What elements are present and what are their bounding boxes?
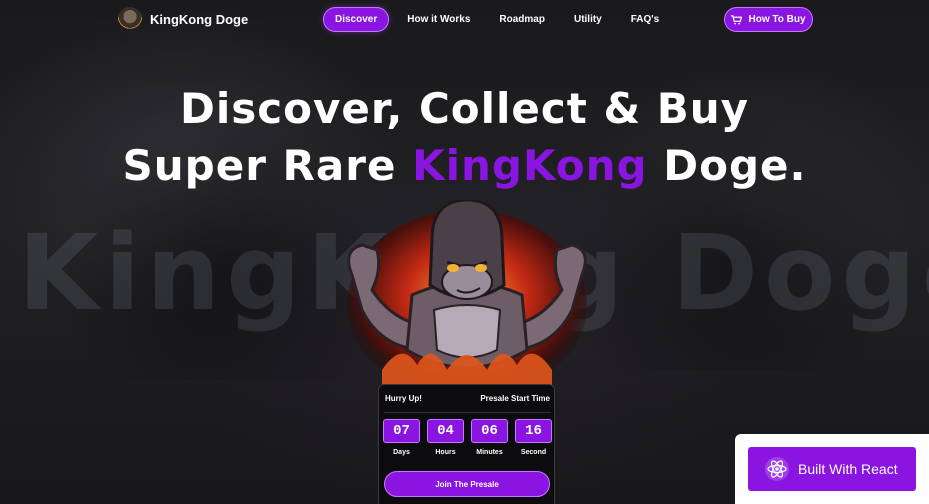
built-with-react-badge-container: Built With React (735, 434, 929, 504)
countdown-value: 16 (515, 419, 552, 443)
countdown-label: Days (393, 449, 410, 456)
countdown-label: Minutes (476, 449, 503, 456)
hero-title-line2: Super Rare KingKong Doge. (0, 145, 929, 187)
hero-title-line1: Discover, Collect & Buy (179, 84, 750, 133)
hero-title-suffix: Doge. (647, 141, 807, 190)
countdown-value: 06 (471, 419, 508, 443)
countdown-unit-seconds: 16 Second (515, 419, 552, 456)
main-menu: Discover How it Works Roadmap Utility FA… (323, 7, 677, 32)
countdown-unit-hours: 04 Hours (427, 419, 464, 456)
nav-item-how-it-works[interactable]: How it Works (396, 7, 481, 32)
nav-item-discover[interactable]: Discover (323, 7, 390, 32)
hero-title-prefix: Super Rare (122, 141, 413, 190)
brand-name: KingKong Doge (150, 11, 249, 27)
cart-icon (731, 14, 743, 25)
countdown-title: Hurry Up! (385, 394, 422, 403)
countdown-divider (384, 412, 551, 413)
countdown-unit-minutes: 06 Minutes (471, 419, 508, 456)
countdown-unit-days: 07 Days (383, 419, 420, 456)
countdown-label: Hours (435, 449, 456, 456)
countdown-header: Hurry Up! Presale Start Time (385, 394, 550, 403)
countdown-label: Second (520, 449, 547, 456)
top-navbar: KingKong Doge Discover How it Works Road… (0, 0, 929, 40)
kingkong-logo-icon (118, 7, 142, 31)
countdown-units: 07 Days 04 Hours 06 Minutes 16 Second (383, 419, 552, 456)
countdown-value: 04 (427, 419, 464, 443)
countdown-subtitle: Presale Start Time (480, 394, 550, 403)
brand-logo[interactable]: KingKong Doge (118, 7, 248, 31)
countdown-value: 07 (383, 419, 420, 443)
react-icon (765, 457, 789, 481)
join-presale-button[interactable]: Join The Presale (384, 471, 550, 497)
presale-countdown-card: Hurry Up! Presale Start Time 07 Days 04 … (378, 384, 555, 504)
nav-item-utility[interactable]: Utility (563, 7, 613, 32)
built-with-react-label: Built With React (798, 461, 898, 477)
built-with-react-badge[interactable]: Built With React (748, 447, 916, 491)
nav-item-roadmap[interactable]: Roadmap (488, 7, 556, 32)
how-to-buy-label: How To Buy (748, 14, 806, 25)
kingkong-mascot-illustration (347, 200, 587, 390)
how-to-buy-button[interactable]: How To Buy (724, 7, 813, 32)
nav-item-faqs[interactable]: FAQ's (620, 7, 671, 32)
hero-title-accent: KingKong (412, 141, 648, 190)
